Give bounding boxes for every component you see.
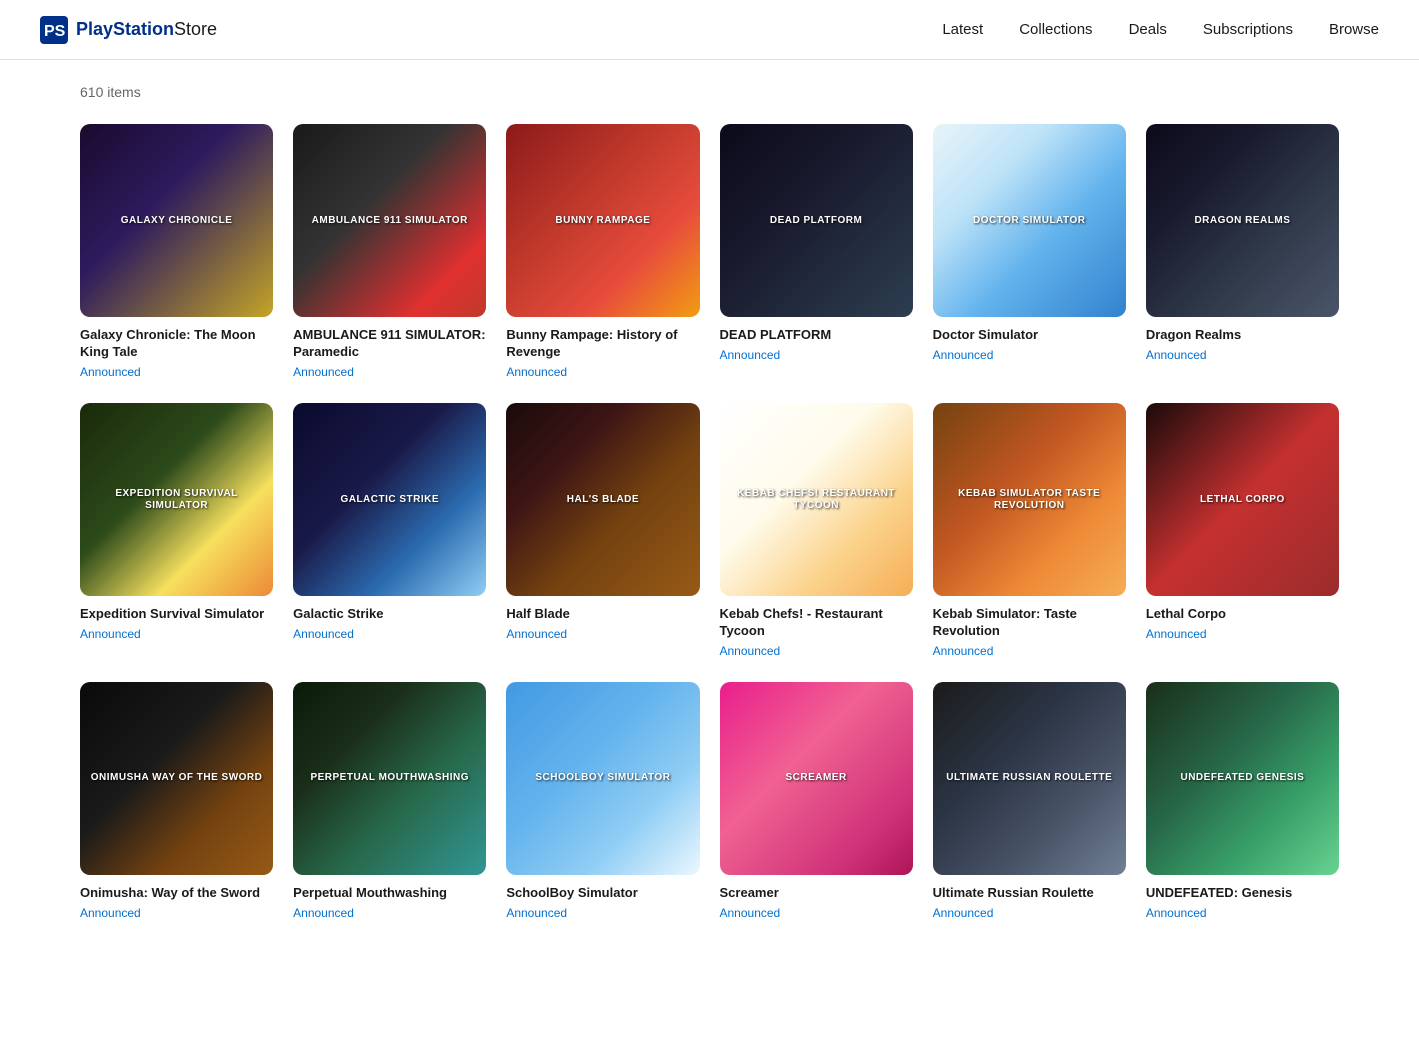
- game-card-ultimate-russian-roulette[interactable]: Ultimate Russian Roulette Ultimate Russi…: [933, 682, 1126, 920]
- game-card-doctor-simulator[interactable]: DOCTOR SIMULATOR Doctor Simulator Announ…: [933, 124, 1126, 379]
- game-status-galactic-strike: Announced: [293, 627, 486, 641]
- game-card-kebab-chefs[interactable]: Kebab Chefs! Restaurant Tycoon Kebab Che…: [720, 403, 913, 658]
- header: PS PlayStationStore Latest Collections D…: [0, 0, 1419, 60]
- nav-collections[interactable]: Collections: [1019, 21, 1092, 38]
- playstation-logo-icon: PS: [40, 16, 68, 44]
- game-card-schoolboy-simulator[interactable]: SchoolBoy Simulator SchoolBoy Simulator …: [506, 682, 699, 920]
- game-thumb-screamer: SCREAMER: [720, 682, 913, 875]
- game-thumb-bunny-rampage: Bunny Rampage: [506, 124, 699, 317]
- game-title-dead-platform: DEAD PLATFORM: [720, 327, 913, 344]
- nav-subscriptions[interactable]: Subscriptions: [1203, 21, 1293, 38]
- game-title-undefeated-genesis: UNDEFEATED: Genesis: [1146, 885, 1339, 902]
- game-thumb-galaxy-chronicle: Galaxy Chronicle: [80, 124, 273, 317]
- svg-text:PS: PS: [44, 23, 66, 40]
- nav-deals[interactable]: Deals: [1129, 21, 1167, 38]
- game-title-ultimate-russian-roulette: Ultimate Russian Roulette: [933, 885, 1126, 902]
- game-thumb-lethal-corpo: LETHAL CORPO: [1146, 403, 1339, 596]
- game-card-undefeated-genesis[interactable]: UNDEFEATED GENESIS UNDEFEATED: Genesis A…: [1146, 682, 1339, 920]
- game-thumb-doctor-simulator: DOCTOR SIMULATOR: [933, 124, 1126, 317]
- game-title-ambulance-911: AMBULANCE 911 SIMULATOR: Paramedic: [293, 327, 486, 361]
- game-thumb-half-blade: HAL'S BLADE: [506, 403, 699, 596]
- game-status-undefeated-genesis: Announced: [1146, 906, 1339, 920]
- game-title-doctor-simulator: Doctor Simulator: [933, 327, 1126, 344]
- game-card-dragon-realms[interactable]: Dragon Realms Dragon Realms Announced: [1146, 124, 1339, 379]
- game-card-onimusha[interactable]: ONIMUSHA Way of the Sword Onimusha: Way …: [80, 682, 273, 920]
- game-thumb-kebab-chefs: Kebab Chefs! Restaurant Tycoon: [720, 403, 913, 596]
- game-status-ultimate-russian-roulette: Announced: [933, 906, 1126, 920]
- game-status-ambulance-911: Announced: [293, 365, 486, 379]
- game-title-perpetual-mouthwashing: Perpetual Mouthwashing: [293, 885, 486, 902]
- game-status-kebab-chefs: Announced: [720, 644, 913, 658]
- game-status-screamer: Announced: [720, 906, 913, 920]
- game-status-perpetual-mouthwashing: Announced: [293, 906, 486, 920]
- game-status-doctor-simulator: Announced: [933, 348, 1126, 362]
- game-status-bunny-rampage: Announced: [506, 365, 699, 379]
- game-card-ambulance-911[interactable]: AMBULANCE 911 SIMULATOR AMBULANCE 911 SI…: [293, 124, 486, 379]
- game-thumb-ultimate-russian-roulette: Ultimate Russian Roulette: [933, 682, 1126, 875]
- game-thumb-kebab-simulator: Kebab Simulator Taste Revolution: [933, 403, 1126, 596]
- game-card-expedition-survival[interactable]: EXPEDITION Survival Simulator Expedition…: [80, 403, 273, 658]
- game-thumb-expedition-survival: EXPEDITION Survival Simulator: [80, 403, 273, 596]
- game-title-half-blade: Half Blade: [506, 606, 699, 623]
- main-nav: Latest Collections Deals Subscriptions B…: [942, 21, 1379, 38]
- game-status-half-blade: Announced: [506, 627, 699, 641]
- game-card-bunny-rampage[interactable]: Bunny Rampage Bunny Rampage: History of …: [506, 124, 699, 379]
- main-content: 610 items Galaxy Chronicle Galaxy Chroni…: [0, 60, 1419, 944]
- game-card-lethal-corpo[interactable]: LETHAL CORPO Lethal Corpo Announced: [1146, 403, 1339, 658]
- game-thumb-onimusha: ONIMUSHA Way of the Sword: [80, 682, 273, 875]
- game-title-schoolboy-simulator: SchoolBoy Simulator: [506, 885, 699, 902]
- game-thumb-schoolboy-simulator: SchoolBoy Simulator: [506, 682, 699, 875]
- game-title-screamer: Screamer: [720, 885, 913, 902]
- game-card-screamer[interactable]: SCREAMER Screamer Announced: [720, 682, 913, 920]
- game-thumb-dead-platform: DEAD PLATFORM: [720, 124, 913, 317]
- game-title-lethal-corpo: Lethal Corpo: [1146, 606, 1339, 623]
- game-card-galaxy-chronicle[interactable]: Galaxy Chronicle Galaxy Chronicle: The M…: [80, 124, 273, 379]
- game-thumb-perpetual-mouthwashing: PERPETUAL MOUTHWASHING: [293, 682, 486, 875]
- game-title-expedition-survival: Expedition Survival Simulator: [80, 606, 273, 623]
- game-card-galactic-strike[interactable]: GALACTIC STRIKE Galactic Strike Announce…: [293, 403, 486, 658]
- game-thumb-dragon-realms: Dragon Realms: [1146, 124, 1339, 317]
- game-title-bunny-rampage: Bunny Rampage: History of Revenge: [506, 327, 699, 361]
- logo-area: PS PlayStationStore: [40, 16, 217, 44]
- game-card-perpetual-mouthwashing[interactable]: PERPETUAL MOUTHWASHING Perpetual Mouthwa…: [293, 682, 486, 920]
- game-status-kebab-simulator: Announced: [933, 644, 1126, 658]
- game-title-onimusha: Onimusha: Way of the Sword: [80, 885, 273, 902]
- game-title-galaxy-chronicle: Galaxy Chronicle: The Moon King Tale: [80, 327, 273, 361]
- game-status-expedition-survival: Announced: [80, 627, 273, 641]
- game-title-kebab-chefs: Kebab Chefs! - Restaurant Tycoon: [720, 606, 913, 640]
- game-status-onimusha: Announced: [80, 906, 273, 920]
- game-card-half-blade[interactable]: HAL'S BLADE Half Blade Announced: [506, 403, 699, 658]
- game-thumb-undefeated-genesis: UNDEFEATED GENESIS: [1146, 682, 1339, 875]
- game-status-dragon-realms: Announced: [1146, 348, 1339, 362]
- game-title-dragon-realms: Dragon Realms: [1146, 327, 1339, 344]
- game-status-schoolboy-simulator: Announced: [506, 906, 699, 920]
- game-title-kebab-simulator: Kebab Simulator: Taste Revolution: [933, 606, 1126, 640]
- logo-playstation: PlayStationStore: [76, 19, 217, 40]
- game-card-kebab-simulator[interactable]: Kebab Simulator Taste Revolution Kebab S…: [933, 403, 1126, 658]
- game-status-lethal-corpo: Announced: [1146, 627, 1339, 641]
- game-card-dead-platform[interactable]: DEAD PLATFORM DEAD PLATFORM Announced: [720, 124, 913, 379]
- game-status-dead-platform: Announced: [720, 348, 913, 362]
- nav-latest[interactable]: Latest: [942, 21, 983, 38]
- nav-browse[interactable]: Browse: [1329, 21, 1379, 38]
- game-thumb-galactic-strike: GALACTIC STRIKE: [293, 403, 486, 596]
- item-count: 610 items: [80, 84, 1339, 100]
- game-thumb-ambulance-911: AMBULANCE 911 SIMULATOR: [293, 124, 486, 317]
- game-status-galaxy-chronicle: Announced: [80, 365, 273, 379]
- game-grid: Galaxy Chronicle Galaxy Chronicle: The M…: [80, 124, 1339, 920]
- game-title-galactic-strike: Galactic Strike: [293, 606, 486, 623]
